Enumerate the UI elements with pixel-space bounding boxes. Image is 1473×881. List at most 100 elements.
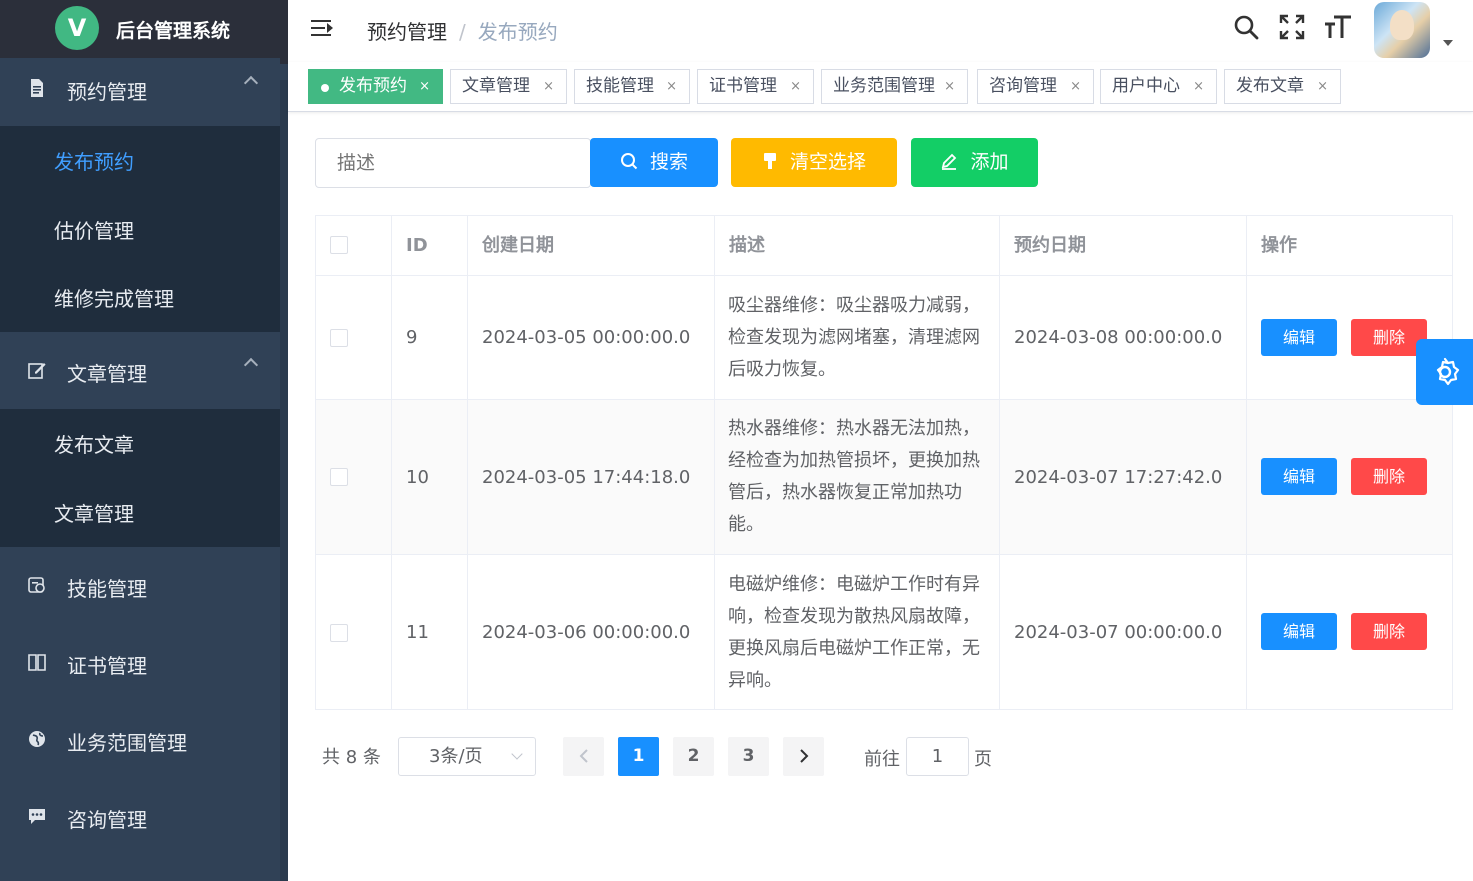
hamburger-menu-icon[interactable]: [311, 20, 335, 40]
search-button-label: 搜索: [649, 151, 688, 173]
page-number-1[interactable]: 1: [618, 737, 659, 776]
sidebar-item-valuation[interactable]: 估价管理: [0, 195, 280, 263]
search-icon[interactable]: [1231, 14, 1261, 44]
font-size-icon[interactable]: [1323, 14, 1353, 44]
close-icon[interactable]: ×: [543, 70, 554, 103]
tag-publish-article[interactable]: 发布文章 ×: [1224, 69, 1341, 104]
sidebar-item-publish-article[interactable]: 发布文章: [0, 409, 280, 477]
table-row: 10 2024-03-05 17:44:18.0 热水器维修：热水器无法加热，经…: [316, 400, 1452, 555]
sidebar-item-label: 估价管理: [54, 219, 134, 243]
tag-label: 发布文章: [1236, 76, 1304, 96]
close-icon[interactable]: ×: [1193, 70, 1204, 103]
brush-icon: [762, 138, 778, 187]
breadcrumb-current: 发布预约: [477, 20, 558, 44]
breadcrumb-separator: /: [459, 20, 466, 44]
tag-certificates[interactable]: 证书管理 ×: [697, 69, 814, 104]
description-search-input[interactable]: [315, 138, 591, 188]
select-all-checkbox[interactable]: [330, 236, 348, 254]
app-title: 后台管理系统: [116, 20, 231, 42]
skill-icon: [26, 575, 48, 597]
clear-button-label: 清空选择: [789, 151, 866, 173]
cell-id: 9: [392, 276, 468, 399]
chevron-up-icon: [243, 357, 259, 373]
table-header-select: [316, 216, 392, 276]
tag-label: 技能管理: [586, 76, 654, 96]
table-header-desc[interactable]: 描述: [715, 216, 1000, 276]
row-checkbox[interactable]: [330, 468, 348, 486]
prev-page-button[interactable]: [563, 737, 604, 776]
sidebar-group-appointment[interactable]: 预约管理: [0, 58, 280, 122]
sidebar-item-label: 证书管理: [67, 654, 147, 678]
cell-id: 11: [392, 555, 468, 710]
sidebar-group-label: 文章管理: [67, 362, 147, 386]
app-logo[interactable]: V 后台管理系统: [0, 0, 288, 64]
sidebar-item-skills[interactable]: 技能管理: [0, 555, 280, 619]
tag-consult[interactable]: 咨询管理 ×: [977, 69, 1094, 104]
cell-created: 2024-03-05 00:00:00.0: [468, 276, 715, 399]
book-icon: [26, 652, 48, 674]
table-row: 11 2024-03-06 00:00:00.0 电磁炉维修：电磁炉工作时有异响…: [316, 555, 1452, 710]
close-icon[interactable]: ×: [1070, 70, 1081, 103]
table-header-id[interactable]: ID: [392, 216, 468, 276]
delete-button[interactable]: 删除: [1351, 613, 1427, 650]
table-header-created[interactable]: 创建日期: [468, 216, 715, 276]
delete-button[interactable]: 删除: [1351, 458, 1427, 495]
tag-user-center[interactable]: 用户中心 ×: [1100, 69, 1217, 104]
close-icon[interactable]: ×: [419, 70, 430, 103]
table-header-booked[interactable]: 预约日期: [1000, 216, 1247, 276]
add-button-label: 添加: [970, 151, 1009, 173]
sidebar-item-publish-appointment[interactable]: 发布预约: [0, 126, 280, 194]
sidebar-item-label: 发布预约: [54, 150, 134, 174]
settings-button[interactable]: [1416, 339, 1473, 405]
top-navbar: 预约管理 / 发布预约: [288, 0, 1473, 62]
submenu-articles: 发布文章 文章管理: [0, 409, 280, 547]
pagination: 共 8 条 3条/页 1 2 3 前往 1 页: [322, 737, 1022, 777]
user-avatar[interactable]: [1374, 2, 1430, 58]
cell-actions: 编辑 删除: [1247, 400, 1452, 554]
clear-selection-button[interactable]: 清空选择: [731, 138, 897, 187]
appointment-table: ID 创建日期 描述 预约日期 操作 9 2024-03-05 00:00:00…: [315, 215, 1453, 710]
cell-desc: 热水器维修：热水器无法加热，经检查为加热管损坏，更换加热管后，热水器恢复正常加热…: [715, 400, 1000, 554]
sidebar-item-certificates[interactable]: 证书管理: [0, 632, 280, 696]
close-icon[interactable]: ×: [1317, 70, 1328, 103]
caret-down-icon[interactable]: [1443, 40, 1453, 46]
sidebar-item-business-scope[interactable]: 业务范围管理: [0, 709, 280, 773]
tag-label: 发布预约: [339, 76, 407, 96]
search-button[interactable]: 搜索: [590, 138, 718, 187]
sidebar-item-article-manage[interactable]: 文章管理: [0, 478, 280, 546]
cell-desc: 吸尘器维修：吸尘器吸力减弱，检查发现为滤网堵塞，清理滤网后吸力恢复。: [715, 276, 1000, 399]
sidebar-item-repair-complete[interactable]: 维修完成管理: [0, 263, 280, 331]
tag-skills[interactable]: 技能管理 ×: [574, 69, 690, 104]
page-number-3[interactable]: 3: [728, 737, 769, 776]
breadcrumb: 预约管理 / 发布预约: [367, 16, 558, 45]
sidebar-group-articles[interactable]: 文章管理: [0, 340, 280, 404]
sidebar-item-label: 咨询管理: [67, 808, 147, 832]
row-checkbox[interactable]: [330, 328, 348, 347]
close-icon[interactable]: ×: [944, 70, 955, 103]
table-row: 9 2024-03-05 00:00:00.0 吸尘器维修：吸尘器吸力减弱，检查…: [316, 276, 1452, 400]
sidebar-item-consult[interactable]: 咨询管理: [0, 786, 280, 850]
close-icon[interactable]: ×: [666, 70, 677, 103]
pagination-total: 共 8 条: [322, 747, 381, 768]
chat-icon: [26, 806, 48, 828]
page-number-2[interactable]: 2: [673, 737, 714, 776]
sidebar-scrollbar[interactable]: [280, 80, 288, 881]
close-icon[interactable]: ×: [790, 70, 801, 103]
edit-button[interactable]: 编辑: [1261, 458, 1337, 495]
edit-button[interactable]: 编辑: [1261, 319, 1337, 356]
fullscreen-icon[interactable]: [1277, 14, 1307, 44]
tag-publish-appointment[interactable]: 发布预约 ×: [308, 69, 443, 104]
next-page-button[interactable]: [783, 737, 824, 776]
page-size-select[interactable]: 3条/页: [398, 737, 536, 776]
edit-button[interactable]: 编辑: [1261, 613, 1337, 650]
row-checkbox[interactable]: [330, 623, 348, 642]
tag-label: 用户中心: [1112, 76, 1180, 96]
tag-business-scope[interactable]: 业务范围管理 ×: [821, 69, 968, 104]
breadcrumb-item[interactable]: 预约管理: [367, 20, 447, 44]
add-button[interactable]: 添加: [911, 138, 1038, 187]
cell-created: 2024-03-06 00:00:00.0: [468, 555, 715, 710]
sidebar-item-label: 维修完成管理: [54, 287, 174, 311]
goto-page-input[interactable]: 1: [906, 737, 969, 776]
tag-article-manage[interactable]: 文章管理 ×: [450, 69, 567, 104]
tags-view: 发布预约 × 文章管理 × 技能管理 × 证书管理 × 业务范围管理 × 咨询管理 × 用户…: [288, 62, 1473, 112]
